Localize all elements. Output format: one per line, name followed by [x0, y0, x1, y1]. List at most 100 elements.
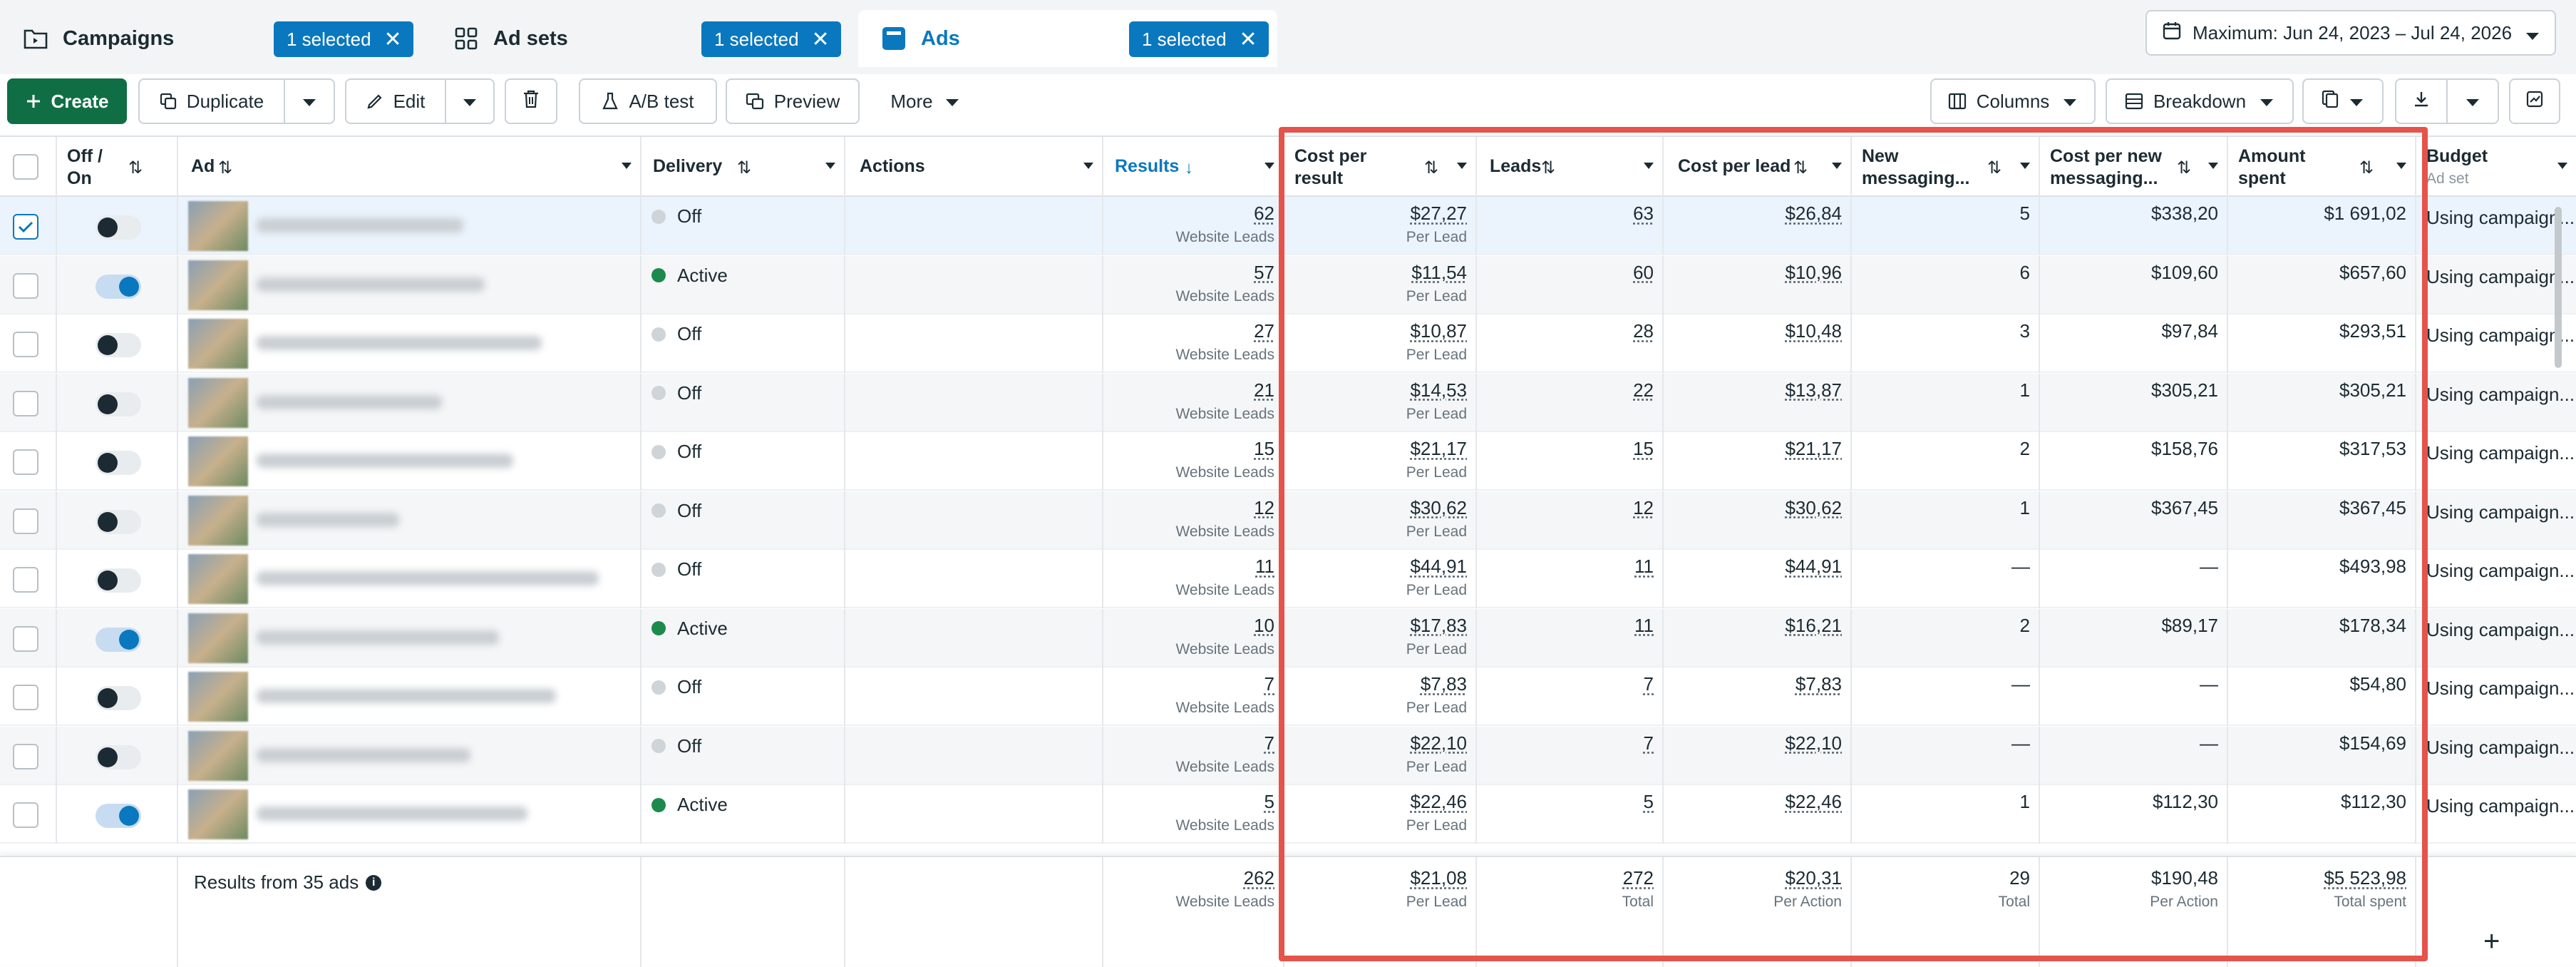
sort-icon[interactable]: ⇅: [2177, 157, 2191, 179]
tab-ads[interactable]: Ads 1 selected ✕: [858, 10, 1277, 67]
sort-icon[interactable]: ⇅: [218, 157, 232, 179]
sort-icon[interactable]: ⇅: [1793, 157, 1808, 179]
delivery-toggle[interactable]: [96, 510, 141, 534]
header-actions[interactable]: Actions: [845, 137, 1103, 197]
sort-descending-icon[interactable]: ↓: [1185, 157, 1193, 179]
caret-down-icon[interactable]: [622, 163, 632, 169]
row-checkbox[interactable]: [13, 391, 38, 416]
reports-button[interactable]: [2302, 78, 2384, 124]
header-leads[interactable]: Leads ⇅: [1477, 137, 1664, 197]
row-checkbox[interactable]: [13, 567, 38, 593]
close-icon[interactable]: ✕: [1240, 27, 1257, 52]
header-new-messaging[interactable]: New messaging... ⇅: [1852, 137, 2040, 197]
ad-name-redacted[interactable]: [257, 336, 542, 350]
delivery-toggle[interactable]: [96, 804, 141, 828]
ad-name-redacted[interactable]: [257, 513, 399, 527]
caret-down-icon[interactable]: [825, 163, 835, 169]
header-amount-spent[interactable]: Amount spent ⇅: [2228, 137, 2416, 197]
header-budget[interactable]: Budget Ad set: [2416, 137, 2576, 197]
caret-down-icon[interactable]: [2396, 163, 2406, 169]
row-checkbox[interactable]: [13, 449, 38, 475]
plus-icon[interactable]: +: [2483, 926, 2500, 958]
header-off-on[interactable]: Off / On ⇅: [57, 137, 178, 197]
ad-name-redacted[interactable]: [257, 571, 599, 585]
date-range-picker[interactable]: Maximum: Jun 24, 2023 – Jul 24, 2026: [2145, 10, 2556, 56]
table-row[interactable]: Off 7 Website Leads $7,83 Per Lead 7 $7,83— — $5…: [0, 667, 2576, 726]
vertical-scrollbar[interactable]: [2555, 207, 2562, 368]
table-row[interactable]: Active 10 Website Leads $17,83 Per Lead 11 $16…: [0, 609, 2576, 667]
ad-thumbnail[interactable]: [188, 260, 248, 310]
preview-button[interactable]: Preview: [726, 78, 860, 124]
caret-down-icon[interactable]: [2020, 163, 2030, 169]
ad-name-redacted[interactable]: [257, 807, 527, 821]
delete-button[interactable]: [505, 78, 557, 124]
caret-down-icon[interactable]: [1264, 163, 1274, 169]
ad-thumbnail[interactable]: [188, 201, 248, 251]
edit-dropdown-button[interactable]: [445, 78, 495, 124]
caret-down-icon[interactable]: [2208, 163, 2218, 169]
close-icon[interactable]: ✕: [812, 27, 830, 52]
table-row[interactable]: Off 12 Website Leads $30,62 Per Lead 12 $30,62…: [0, 491, 2576, 550]
ad-name-redacted[interactable]: [257, 748, 470, 762]
table-row[interactable]: Off 15 Website Leads $21,17 Per Lead 15 $21,17…: [0, 432, 2576, 491]
row-checkbox[interactable]: [13, 214, 38, 240]
ad-name-redacted[interactable]: [257, 277, 485, 292]
caret-down-icon[interactable]: [1083, 163, 1093, 169]
row-checkbox[interactable]: [13, 744, 38, 769]
delivery-toggle[interactable]: [96, 686, 141, 710]
sort-icon[interactable]: ⇅: [1541, 157, 1555, 179]
delivery-toggle[interactable]: [96, 392, 141, 416]
export-dropdown-button[interactable]: [2446, 78, 2499, 124]
ad-thumbnail[interactable]: [188, 731, 248, 781]
ad-thumbnail[interactable]: [188, 496, 248, 546]
row-checkbox[interactable]: [13, 685, 38, 710]
select-all-checkbox[interactable]: [13, 154, 38, 180]
header-delivery[interactable]: Delivery ⇅: [642, 137, 845, 197]
table-row[interactable]: Off 7 Website Leads $22,10 Per Lead 7 $22,10— —…: [0, 727, 2576, 785]
ad-thumbnail[interactable]: [188, 319, 248, 369]
delivery-toggle[interactable]: [96, 628, 141, 652]
tab-campaigns[interactable]: Campaigns 1 selected ✕: [0, 10, 422, 67]
row-checkbox[interactable]: [13, 273, 38, 299]
ab-test-button[interactable]: A/B test: [579, 78, 717, 124]
edit-button[interactable]: Edit: [345, 78, 446, 124]
sort-icon[interactable]: ⇅: [737, 157, 751, 179]
header-cost-per-new-messaging[interactable]: Cost per new messaging... ⇅: [2040, 137, 2228, 197]
row-checkbox[interactable]: [13, 626, 38, 652]
caret-down-icon[interactable]: [1457, 163, 1467, 169]
sort-icon[interactable]: ⇅: [2359, 157, 2374, 179]
caret-down-icon[interactable]: [1644, 163, 1654, 169]
info-icon[interactable]: i: [366, 875, 381, 891]
ad-thumbnail[interactable]: [188, 436, 248, 486]
table-row[interactable]: Off 27 Website Leads $10,87 Per Lead 28 $10,48…: [0, 314, 2576, 373]
row-checkbox[interactable]: [13, 332, 38, 357]
ad-thumbnail[interactable]: [188, 378, 248, 428]
table-row[interactable]: Off 11 Website Leads $44,91 Per Lead 11 $44,91…: [0, 550, 2576, 608]
duplicate-button[interactable]: Duplicate: [138, 78, 285, 124]
caret-down-icon[interactable]: [2557, 163, 2567, 169]
table-row[interactable]: Active 57 Website Leads $11,54 Per Lead 60 $10…: [0, 256, 2576, 314]
row-checkbox[interactable]: [13, 802, 38, 828]
ad-thumbnail[interactable]: [188, 554, 248, 604]
tab-ad-sets[interactable]: Ad sets 1 selected ✕: [431, 10, 847, 67]
more-button[interactable]: More: [871, 78, 979, 124]
ad-name-redacted[interactable]: [257, 395, 442, 409]
create-button[interactable]: Create: [7, 78, 127, 124]
ad-name-redacted[interactable]: [257, 630, 499, 645]
delivery-toggle[interactable]: [96, 275, 141, 299]
delivery-toggle[interactable]: [96, 215, 141, 240]
header-ad[interactable]: Ad ⇅: [178, 137, 642, 197]
duplicate-dropdown-button[interactable]: [284, 78, 335, 124]
ad-sets-selected-badge[interactable]: 1 selected ✕: [701, 21, 841, 57]
delivery-toggle[interactable]: [96, 568, 141, 593]
breakdown-button[interactable]: Breakdown: [2106, 78, 2294, 124]
delivery-toggle[interactable]: [96, 333, 141, 357]
sort-icon[interactable]: ⇅: [128, 157, 143, 179]
ad-thumbnail[interactable]: [188, 789, 248, 839]
ad-thumbnail[interactable]: [188, 613, 248, 663]
ad-name-redacted[interactable]: [257, 689, 556, 703]
close-icon[interactable]: ✕: [384, 27, 402, 52]
delivery-toggle[interactable]: [96, 745, 141, 769]
table-row[interactable]: Active 5 Website Leads $22,46 Per Lead 5 $22,4…: [0, 785, 2576, 844]
table-row[interactable]: Off 62 Website Leads $27,27 Per Lead 63 $26,84…: [0, 197, 2576, 255]
